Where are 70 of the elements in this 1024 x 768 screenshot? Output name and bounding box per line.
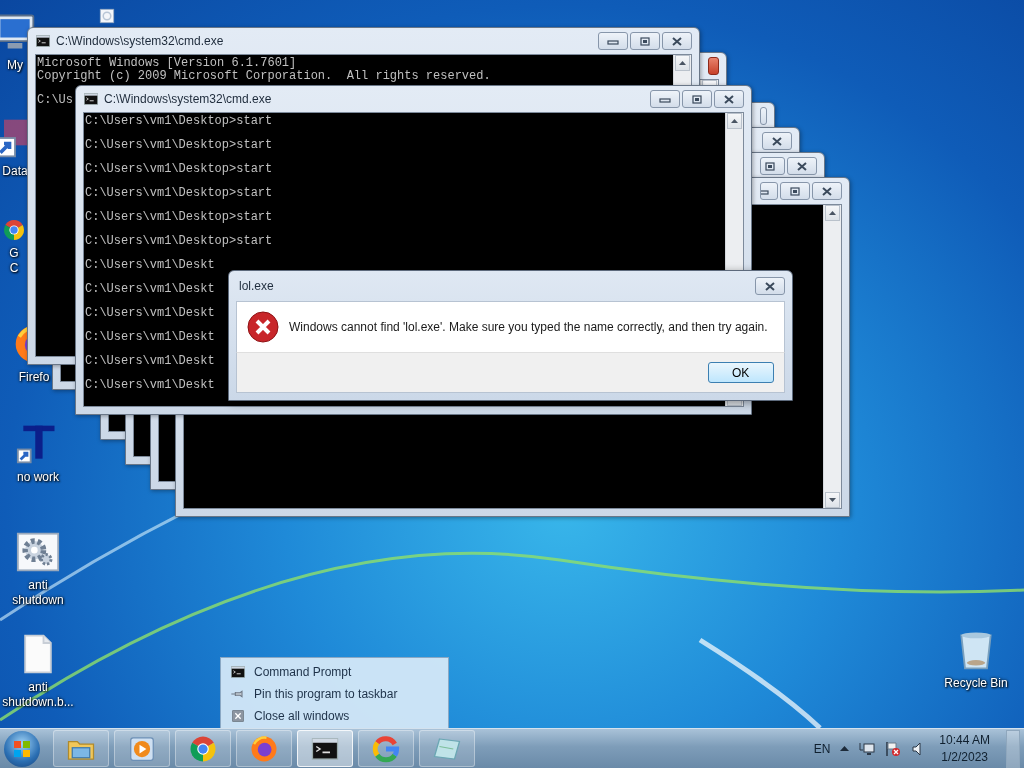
desktop-icon-label[interactable]: anti shutdown.b...	[2, 680, 74, 710]
desktop-icon-label[interactable]: My	[7, 58, 23, 73]
scroll-down-icon[interactable]	[829, 498, 836, 502]
close-icon	[763, 281, 776, 291]
maximize-button[interactable]	[760, 157, 785, 175]
console-line: C:\Users\vm1\Deskt	[85, 331, 215, 344]
network-icon[interactable]	[859, 740, 876, 757]
close-icon	[821, 186, 833, 196]
scroll-up-icon[interactable]	[829, 211, 836, 215]
document-icon	[98, 7, 116, 25]
close-icon	[723, 94, 735, 104]
console-icon	[83, 91, 99, 107]
maximize-icon	[691, 94, 703, 104]
four-squares-logo-icon	[13, 739, 31, 758]
close-icon	[771, 136, 783, 146]
desktop-icon-label[interactable]: anti shutdown	[12, 578, 64, 608]
console-line: C:\Users\vm1\Deskt	[85, 355, 215, 368]
dialog-title: lol.exe	[238, 279, 274, 293]
language-indicator[interactable]: EN	[813, 741, 831, 756]
google-icon	[371, 733, 401, 764]
clock[interactable]: 10:44 AM 1/2/2023	[933, 731, 996, 766]
firefox-icon	[249, 733, 279, 764]
window-title: C:\Windows\system32\cmd.exe	[56, 34, 225, 48]
maximize-icon	[639, 36, 651, 46]
console-line: C:\Users\vm1\Desktop>start	[85, 187, 273, 200]
desktop-icon-label[interactable]: Data	[2, 164, 28, 179]
console-line: C:\Users\vm1\Deskt	[85, 283, 215, 296]
window-title: C:\Windows\system32\cmd.exe	[104, 92, 273, 106]
console-line: Copyright (c) 2009 Microsoft Corporation. All rights reserved.	[37, 70, 491, 83]
desktop-icon-label[interactable]: no work	[17, 470, 59, 485]
console-line: C:\Users\vm1\Deskt	[85, 259, 215, 272]
console-line: C:\Users\vm1\Desktop>start	[85, 115, 273, 128]
console-line: C:\Us	[37, 94, 73, 107]
ok-button[interactable]: OK	[707, 362, 774, 383]
desktop-icon-label[interactable]: Firefo	[18, 370, 50, 385]
console-line: C:\Users\vm1\Desktop>start	[85, 163, 273, 176]
desktop-icon-label[interactable]: Recycle Bin	[944, 676, 1008, 691]
console-line: C:\Users\vm1\Deskt	[85, 307, 215, 320]
menu-item[interactable]: Pin this program to taskbar	[227, 684, 442, 703]
maximize-button[interactable]	[780, 182, 810, 200]
error-message: Windows cannot find 'lol.exe'. Make sure you typed the name correctly, and then try again.	[289, 320, 768, 334]
menu-item[interactable]: Command Prompt	[227, 662, 442, 681]
chrome-icon	[2, 218, 26, 242]
taskbar-button[interactable]	[297, 730, 353, 767]
flag-error-icon[interactable]	[885, 740, 902, 757]
console-icon	[230, 663, 246, 680]
maximize-icon	[789, 186, 801, 196]
menu-item[interactable]: Close all windows	[227, 706, 442, 725]
console-line: C:\Users\vm1\Desktop>start	[85, 211, 273, 224]
scrollbar[interactable]	[823, 205, 841, 508]
desktop-icon-label[interactable]: G C	[9, 246, 19, 276]
maximize-button[interactable]	[630, 32, 660, 50]
maximize-icon	[764, 161, 776, 171]
gear-icon	[16, 530, 60, 574]
close-icon	[671, 36, 683, 46]
console-line: C:\Users\vm1\Deskt	[85, 379, 215, 392]
console-icon	[35, 33, 51, 49]
console-line: C:\Users\vm1\Desktop>start	[85, 235, 273, 248]
speaker-icon[interactable]	[911, 740, 924, 757]
start-button[interactable]	[4, 730, 40, 767]
scroll-up-icon[interactable]	[679, 61, 686, 65]
console-line: C:\Users\vm1\Desktop>start	[85, 139, 273, 152]
error-icon	[247, 311, 279, 343]
close-icon	[796, 161, 808, 171]
close-windows-icon	[230, 707, 246, 724]
show-hidden-icons-icon[interactable]	[840, 746, 850, 751]
console-line: Microsoft Windows [Version 6.1.7601]	[37, 57, 297, 70]
minimize-button[interactable]	[760, 182, 778, 200]
scroll-up-icon[interactable]	[731, 119, 738, 123]
maximize-button[interactable]	[682, 90, 712, 108]
